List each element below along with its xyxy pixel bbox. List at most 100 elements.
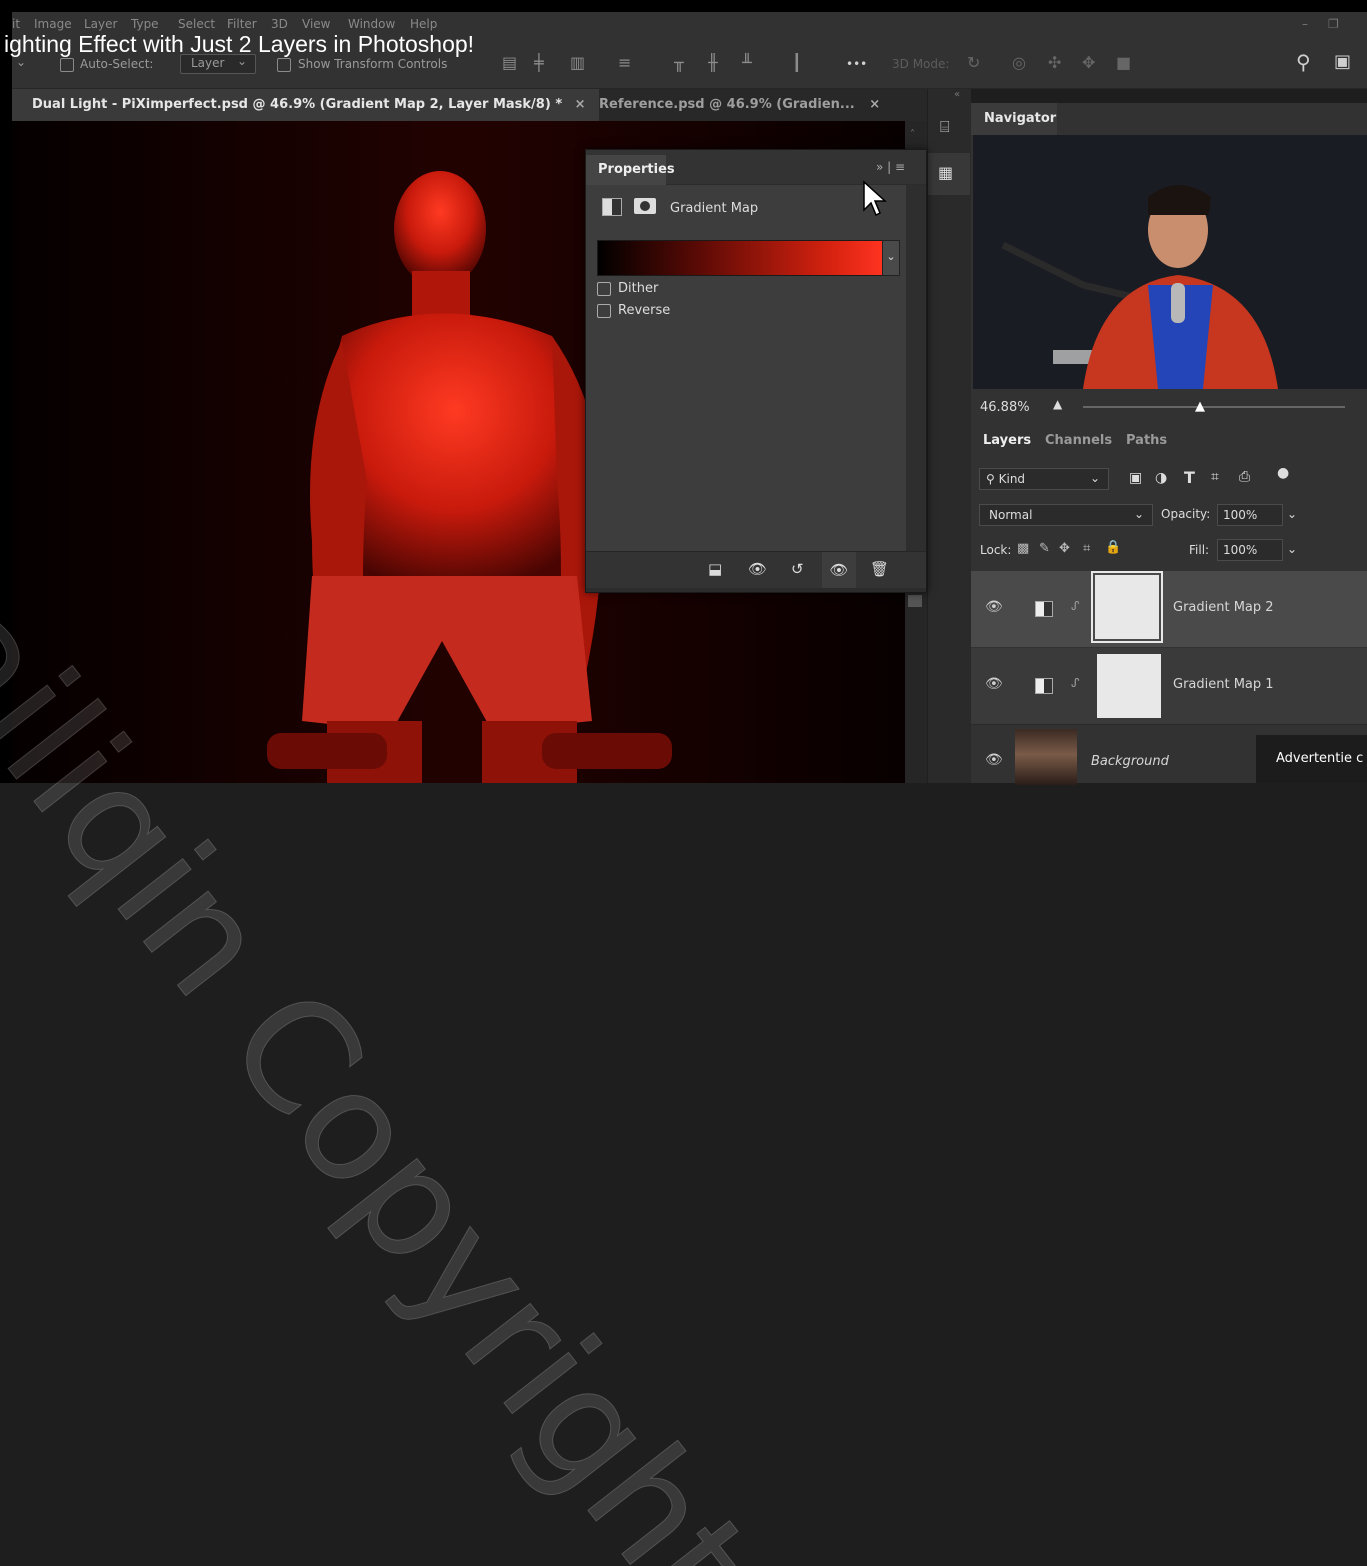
background-thumbnail[interactable]	[1015, 729, 1077, 785]
layer-row-gradient-map-1[interactable]: 👁 ᔑ Gradient Map 1	[971, 648, 1367, 725]
3d-mode-label: 3D Mode:	[892, 57, 950, 71]
filter-shape-icon[interactable]: ⌗	[1211, 469, 1219, 485]
gradient-dropdown-button[interactable]: ⌄	[882, 240, 900, 276]
chain-link-icon[interactable]: ᔑ	[1071, 676, 1080, 690]
dither-checkbox[interactable]	[597, 282, 611, 296]
3d-camera-icon[interactable]: ■	[1116, 53, 1131, 72]
layer-mask-icon[interactable]	[634, 198, 656, 214]
visibility-eye-icon[interactable]: 👁	[985, 599, 1003, 615]
tab-navigator[interactable]: Navigator	[971, 103, 1057, 135]
advertisement-badge: Advertentie c	[1256, 735, 1367, 783]
visibility-eye-icon[interactable]: 👁	[985, 752, 1003, 768]
search-icon[interactable]: ⚲	[1296, 50, 1311, 74]
toggle-visibility-icon[interactable]: 👁	[822, 552, 856, 588]
filter-type-icon[interactable]: T	[1184, 468, 1195, 487]
menu-window[interactable]: Window	[348, 17, 395, 31]
tab-reference[interactable]: Reference.psd @ 46.9% (Gradien... ×	[579, 89, 899, 121]
blend-mode-dropdown[interactable]: Normal ⌄	[979, 504, 1153, 526]
menu-help[interactable]: Help	[410, 17, 437, 31]
expand-panels-icon[interactable]: «	[954, 89, 960, 100]
3d-roll-icon[interactable]: ◎	[1012, 53, 1026, 72]
layer-filter-dropdown[interactable]: ⚲ Kind ⌄	[979, 468, 1109, 490]
scroll-thumb[interactable]	[908, 595, 922, 607]
navigator-panel: Navigator 46.88% ▲ ▲	[971, 103, 1367, 423]
auto-select-checkbox[interactable]	[60, 58, 74, 72]
menu-type[interactable]: Type	[131, 17, 159, 31]
visibility-eye-icon[interactable]: 👁	[985, 676, 1003, 692]
menu-filter[interactable]: Filter	[227, 17, 257, 31]
gradient-preview[interactable]	[597, 240, 884, 276]
chevron-down-icon[interactable]: ⌄	[1287, 507, 1297, 521]
properties-footer: ⬓ 👁 ↺ 👁 🗑	[586, 551, 926, 588]
properties-panel-button[interactable]: ▦	[928, 153, 970, 195]
collapsed-panel-strip: « ⌸ ▦	[927, 89, 971, 783]
dumbbell-left	[267, 733, 387, 769]
tab-layers[interactable]: Layers	[983, 433, 1031, 448]
menu-edit[interactable]: it	[12, 17, 20, 31]
panel-menu-icon[interactable]: » | ≡	[876, 160, 905, 174]
align-right-icon[interactable]: ▥	[570, 53, 585, 72]
lock-transparency-icon[interactable]: ▩	[1017, 541, 1029, 556]
layer-row-gradient-map-2[interactable]: 👁 ᔑ Gradient Map 2	[971, 571, 1367, 647]
tab-channels[interactable]: Channels	[1045, 433, 1112, 448]
menu-3d[interactable]: 3D	[271, 17, 288, 31]
align-top-icon[interactable]: ╥	[674, 53, 684, 72]
minimize-icon[interactable]: –	[1302, 17, 1308, 31]
lock-pixels-icon[interactable]: ✎	[1039, 541, 1050, 556]
trash-icon[interactable]: 🗑	[870, 560, 889, 578]
chevron-down-icon[interactable]: ⌄	[1287, 542, 1297, 556]
chain-link-icon[interactable]: ᔑ	[1071, 599, 1080, 613]
reverse-checkbox[interactable]	[597, 304, 611, 318]
filter-smart-object-icon[interactable]: ⎙	[1239, 469, 1250, 485]
properties-scrollbar[interactable]	[906, 185, 926, 551]
more-options-button[interactable]: •••	[846, 57, 867, 71]
scroll-up-icon[interactable]: ˄	[910, 129, 915, 140]
tab-paths[interactable]: Paths	[1126, 433, 1167, 448]
3d-pan-icon[interactable]: ✣	[1048, 53, 1061, 72]
zoom-slider-thumb[interactable]: ▲	[1195, 399, 1205, 414]
layer-mask-thumbnail[interactable]	[1097, 654, 1161, 718]
navigator-zoom-bar: 46.88% ▲ ▲	[971, 391, 1367, 423]
tab-properties[interactable]: Properties	[586, 155, 675, 185]
navigator-preview[interactable]	[973, 135, 1367, 389]
distribute-horizontal-icon[interactable]: ┃	[792, 53, 802, 72]
workspace-icon[interactable]: ▣	[1334, 51, 1351, 72]
menu-layer[interactable]: Layer	[84, 17, 117, 31]
show-transform-checkbox[interactable]	[277, 58, 291, 72]
tab-dual-light[interactable]: Dual Light - PiXimperfect.psd @ 46.9% (G…	[12, 89, 599, 121]
3d-slide-icon[interactable]: ✥	[1082, 53, 1095, 72]
layer-mask-thumbnail[interactable]	[1091, 571, 1163, 643]
layer-name[interactable]: Gradient Map 2	[1173, 600, 1274, 615]
align-middle-icon[interactable]: ╫	[708, 53, 718, 72]
lock-position-icon[interactable]: ✥	[1059, 541, 1070, 556]
close-icon[interactable]: ×	[869, 97, 880, 112]
align-left-icon[interactable]: ▤	[502, 53, 517, 72]
align-center-icon[interactable]: ╪	[534, 53, 544, 72]
gradient-map-icon[interactable]	[602, 198, 622, 216]
3d-orbit-icon[interactable]: ↻	[967, 53, 980, 72]
reset-icon[interactable]: ↺	[791, 560, 804, 578]
filter-pixel-icon[interactable]: ▣	[1129, 470, 1142, 486]
zoom-out-icon[interactable]: ▲	[1053, 397, 1062, 411]
gradient-map-icon	[1035, 678, 1053, 694]
zoom-value[interactable]: 46.88%	[980, 400, 1030, 415]
auto-select-value: Layer	[191, 56, 225, 70]
layer-name[interactable]: Gradient Map 1	[1173, 677, 1274, 692]
view-previous-state-icon[interactable]: 👁	[748, 560, 767, 578]
distribute-icon[interactable]: ≡	[618, 53, 631, 72]
restore-icon[interactable]: ❐	[1328, 17, 1339, 31]
fill-field[interactable]: 100%	[1217, 539, 1283, 561]
menu-select[interactable]: Select	[178, 17, 215, 31]
clip-to-layer-icon[interactable]: ⬓	[708, 560, 722, 578]
filter-toggle-icon[interactable]: ●	[1277, 465, 1289, 481]
menu-image[interactable]: Image	[34, 17, 72, 31]
filter-adjustment-icon[interactable]: ◑	[1155, 470, 1167, 486]
zoom-slider[interactable]	[1083, 406, 1345, 408]
layer-name[interactable]: Background	[1091, 754, 1169, 769]
history-icon[interactable]: ⌸	[940, 117, 950, 137]
align-bottom-icon[interactable]: ╨	[742, 53, 752, 72]
opacity-field[interactable]: 100%	[1217, 504, 1283, 526]
lock-all-icon[interactable]: 🔒	[1105, 540, 1121, 555]
menu-view[interactable]: View	[302, 17, 330, 31]
lock-artboard-icon[interactable]: ⌗	[1083, 541, 1090, 556]
